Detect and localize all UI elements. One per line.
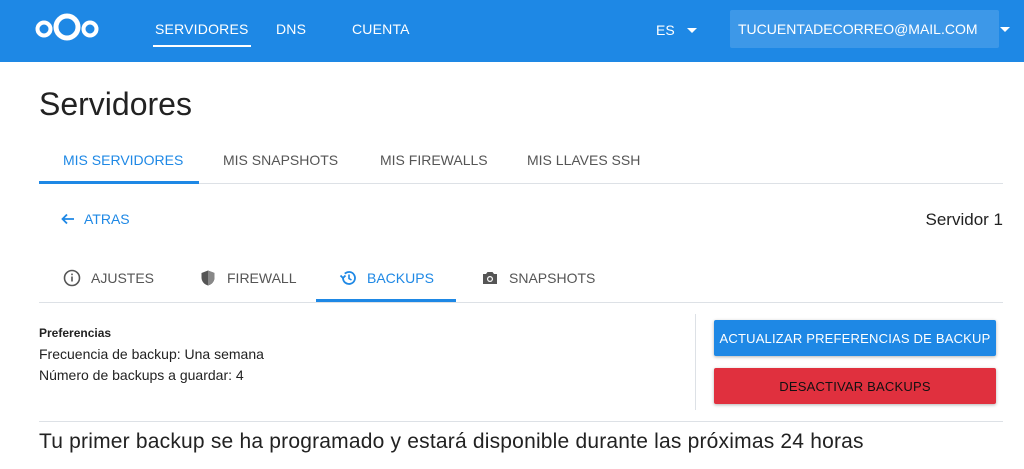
shield-icon (201, 270, 215, 286)
chevron-down-icon (999, 26, 1010, 32)
active-tab-indicator (39, 181, 199, 184)
nav-cuenta[interactable]: CUENTA (352, 21, 410, 37)
tab-ajustes-label: AJUSTES (91, 270, 155, 286)
nextcloud-logo-icon[interactable] (33, 10, 101, 44)
language-selector[interactable]: ES (656, 22, 697, 38)
main-tabs: MIS SERVIDORES MIS SNAPSHOTS MIS FIREWAL… (39, 140, 1003, 184)
tab-mis-firewalls[interactable]: MIS FIREWALLS (380, 152, 488, 168)
tab-backups[interactable]: BACKUPS (339, 269, 434, 287)
tab-snapshots[interactable]: SNAPSHOTS (481, 269, 595, 287)
disable-backups-button[interactable]: DESACTIVAR BACKUPS (714, 368, 996, 404)
backup-count: Número de backups a guardar: 4 (39, 367, 244, 383)
account-menu[interactable]: TUCUENTADECORREO@MAIL.COM (730, 10, 1010, 48)
page-title: Servidores (39, 86, 192, 122)
nav-servidores[interactable]: SERVIDORES (153, 21, 251, 47)
backup-frequency: Frecuencia de backup: Una semana (39, 346, 264, 362)
arrow-left-icon (61, 213, 74, 225)
server-name: Servidor 1 (925, 210, 1003, 229)
tab-snapshots-label: SNAPSHOTS (509, 270, 596, 286)
tab-firewall-label: FIREWALL (227, 270, 297, 286)
back-label: ATRAS (84, 211, 130, 227)
active-subtab-indicator (316, 299, 456, 302)
update-backup-preferences-button[interactable]: ACTUALIZAR PREFERENCIAS DE BACKUP (714, 320, 996, 356)
history-icon (339, 271, 356, 285)
vertical-divider (695, 314, 696, 410)
info-icon (63, 269, 81, 287)
tab-backups-label: BACKUPS (367, 270, 434, 286)
tab-firewall[interactable]: FIREWALL (199, 269, 297, 287)
account-email: TUCUENTADECORREO@MAIL.COM (738, 21, 978, 37)
tab-mis-llaves-ssh[interactable]: MIS LLAVES SSH (527, 152, 640, 168)
horizontal-divider (39, 421, 1003, 422)
backup-scheduled-notice: Tu primer backup se ha programado y esta… (39, 430, 864, 453)
camera-icon (483, 272, 497, 284)
nav-dns[interactable]: DNS (276, 21, 306, 37)
language-label: ES (656, 22, 675, 38)
server-tabs: AJUSTES FIREWALL BACKUPS SNAPSHOTS (39, 256, 1003, 303)
top-navigation-bar: SERVIDORES DNS CUENTA ES TUCUENTADECORRE… (0, 0, 1024, 62)
tab-mis-servidores[interactable]: MIS SERVIDORES (63, 152, 183, 168)
tab-ajustes[interactable]: AJUSTES (63, 269, 154, 287)
chevron-down-icon (686, 27, 697, 33)
tab-mis-snapshots[interactable]: MIS SNAPSHOTS (223, 152, 338, 168)
preferences-heading: Preferencias (39, 326, 112, 340)
back-button[interactable]: ATRAS (60, 211, 130, 227)
